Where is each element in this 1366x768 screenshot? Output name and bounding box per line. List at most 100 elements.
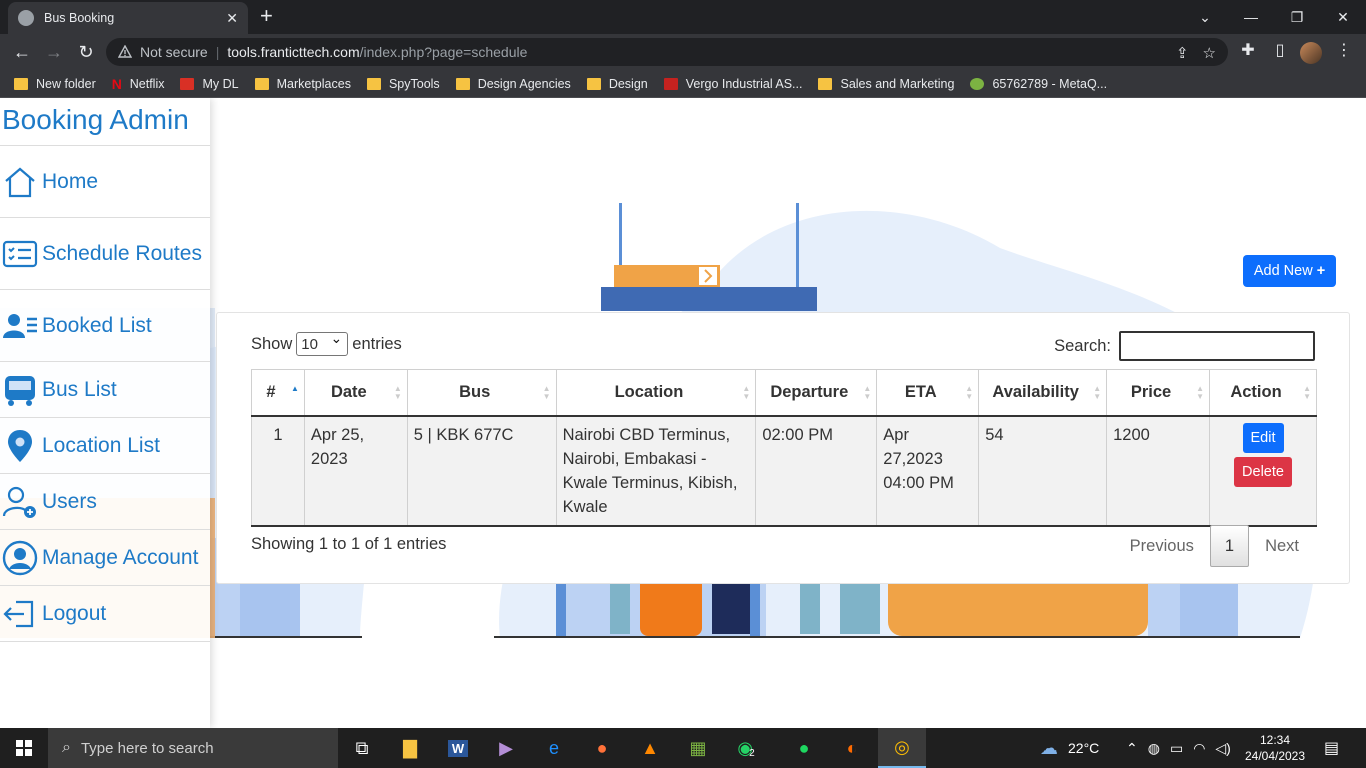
edit-button[interactable]: Edit — [1242, 422, 1284, 453]
column-header-label: ETA — [904, 382, 937, 401]
bookmark-label: New folder — [36, 76, 96, 91]
delete-button[interactable]: Delete — [1234, 456, 1292, 487]
column-header-eta[interactable]: ETA ▲ ▼ — [876, 369, 980, 417]
column-header-number[interactable]: # ▲ — [251, 369, 305, 417]
more-menu-icon[interactable]: ⋮ — [1332, 40, 1356, 60]
chevron-up-icon[interactable]: ⌃ — [1126, 740, 1138, 757]
sidebar-item-bus-list[interactable]: Bus List — [0, 362, 210, 418]
app-icon[interactable]: ▦ — [674, 728, 722, 768]
tab-search-icon[interactable]: ⌄ — [1182, 0, 1228, 34]
warning-icon — [118, 45, 132, 58]
back-icon[interactable]: ← — [10, 40, 34, 64]
schedule-table: # ▲ Date ▲ ▼ Bus ▲ ▼ Location ▲ ▼ Departure ▲ ▼ E… — [251, 369, 1317, 527]
cell-bus: 5 | KBK 677C — [406, 415, 557, 527]
side-panel-icon[interactable]: ▯ — [1268, 40, 1292, 60]
windows-start-icon[interactable] — [0, 728, 48, 768]
metaq-icon — [970, 77, 985, 90]
entries-per-page-select[interactable]: 10 — [296, 330, 349, 356]
column-header-location[interactable]: Location ▲ ▼ — [555, 369, 757, 417]
taskbar-clock[interactable]: 12:34 24/04/2023 — [1242, 732, 1308, 764]
battery-icon[interactable]: ▭ — [1170, 740, 1183, 757]
url-host: tools.franticttech.com — [227, 44, 360, 60]
plus-icon: + — [1316, 263, 1326, 279]
bookmark-label: Netflix — [129, 76, 165, 91]
sidebar-item-booked-list[interactable]: Booked List — [0, 290, 210, 362]
close-window-icon[interactable]: ✕ — [1320, 0, 1366, 34]
share-icon[interactable]: ⇪ — [1176, 44, 1189, 62]
close-tab-icon[interactable]: ✕ — [226, 10, 238, 27]
forward-icon[interactable]: → — [42, 40, 66, 64]
vergo-icon — [663, 77, 678, 90]
column-header-date[interactable]: Date ▲ ▼ — [303, 369, 408, 417]
whatsapp-icon[interactable]: ◉ 2 — [722, 728, 770, 768]
notifications-icon[interactable]: ▤ — [1324, 728, 1339, 768]
page-1-button[interactable]: 1 — [1209, 525, 1250, 567]
bookmark-item[interactable]: Marketplaces — [254, 77, 351, 91]
new-tab-button[interactable]: + — [260, 4, 273, 28]
sort-icon: ▲ ▼ — [393, 384, 402, 401]
edge-icon[interactable]: e — [530, 728, 578, 768]
cell-price: 1200 — [1106, 415, 1211, 527]
volume-icon[interactable]: ◁) — [1215, 740, 1230, 757]
bookmark-item[interactable]: New folder — [14, 77, 96, 91]
bookmark-item[interactable]: Design — [586, 77, 648, 91]
app-orange-icon[interactable]: ◐ — [828, 728, 876, 768]
bookmark-item[interactable]: 65762789 - MetaQ... — [970, 77, 1107, 91]
search-input[interactable] — [1119, 331, 1315, 361]
weather-widget[interactable]: ☁ 22°C — [1040, 728, 1099, 768]
sidebar-item-users[interactable]: Users — [0, 474, 210, 530]
restore-icon[interactable]: ❐ — [1274, 0, 1320, 34]
word-icon[interactable]: W — [434, 728, 482, 768]
network-status-icon[interactable]: ◍ — [1148, 740, 1160, 757]
sidebar-item-schedule-routes[interactable]: Schedule Routes — [0, 218, 210, 290]
clock-date: 24/04/2023 — [1244, 749, 1306, 763]
bookmark-label: Design Agencies — [477, 76, 571, 91]
bookmark-item[interactable]: SpyTools — [366, 76, 440, 91]
sort-icon: ▲ ▼ — [1196, 384, 1205, 401]
sort-icon: ▲ ▼ — [742, 384, 751, 401]
previous-page-button[interactable]: Previous — [1114, 537, 1210, 556]
folder-icon — [818, 77, 833, 90]
folder-icon — [14, 77, 28, 90]
column-header-action[interactable]: Action ▲ ▼ — [1209, 369, 1317, 417]
sidebar-item-location-list[interactable]: Location List — [0, 418, 210, 474]
column-header-label: Location — [614, 382, 684, 401]
column-header-bus[interactable]: Bus ▲ ▼ — [406, 369, 557, 417]
task-view-icon[interactable]: ⧉ — [338, 728, 386, 768]
column-header-departure[interactable]: Departure ▲ ▼ — [755, 369, 878, 417]
next-page-button[interactable]: Next — [1249, 537, 1315, 556]
add-new-button[interactable]: Add New + — [1243, 255, 1336, 287]
users-list-icon — [3, 313, 37, 338]
column-header-availability[interactable]: Availability ▲ ▼ — [978, 369, 1108, 417]
sidebar-item-manage-account[interactable]: Manage Account — [0, 530, 210, 586]
bookmark-item[interactable]: Vergo Industrial AS... — [663, 76, 803, 91]
column-header-label: Departure — [770, 382, 849, 401]
folder-icon — [254, 77, 269, 90]
profile-avatar[interactable] — [1300, 42, 1322, 64]
vlc-icon[interactable]: ▲ — [626, 728, 674, 768]
media-player-icon[interactable]: ▶ — [482, 728, 530, 768]
reload-icon[interactable]: ↻ — [74, 40, 98, 64]
chrome-icon[interactable]: ◎ — [878, 728, 926, 768]
minimize-icon[interactable]: — — [1228, 0, 1274, 34]
column-header-price[interactable]: Price ▲ ▼ — [1106, 369, 1211, 417]
bookmark-item[interactable]: My DL — [180, 77, 239, 91]
wifi-icon[interactable]: ◠ — [1193, 740, 1205, 757]
file-explorer-icon[interactable]: ▇ — [386, 728, 434, 768]
firefox-icon[interactable]: ● — [578, 728, 626, 768]
sidebar-item-logout[interactable]: Logout — [0, 586, 210, 642]
taskbar-search[interactable]: ⌕ Type here to search — [48, 728, 338, 768]
length-prefix: Show — [251, 334, 293, 353]
bookmark-label: Vergo Industrial AS... — [685, 76, 803, 91]
bookmark-star-icon[interactable]: ☆ — [1203, 44, 1216, 62]
extensions-icon[interactable]: ✚ — [1236, 40, 1260, 60]
browser-tab[interactable]: Bus Booking ✕ — [8, 2, 248, 34]
sidebar-item-home[interactable]: Home — [0, 146, 210, 218]
bookmark-item[interactable]: N Netflix — [112, 76, 165, 92]
bookmark-label: SpyTools — [388, 76, 440, 91]
url-separator: | — [215, 44, 220, 60]
bookmark-item[interactable]: Design Agencies — [455, 76, 571, 91]
bookmark-item[interactable]: Sales and Marketing — [818, 77, 954, 91]
address-bar[interactable]: Not secure | tools.franticttech.com /ind… — [106, 38, 1228, 66]
spotify-icon[interactable]: ● — [780, 728, 828, 768]
